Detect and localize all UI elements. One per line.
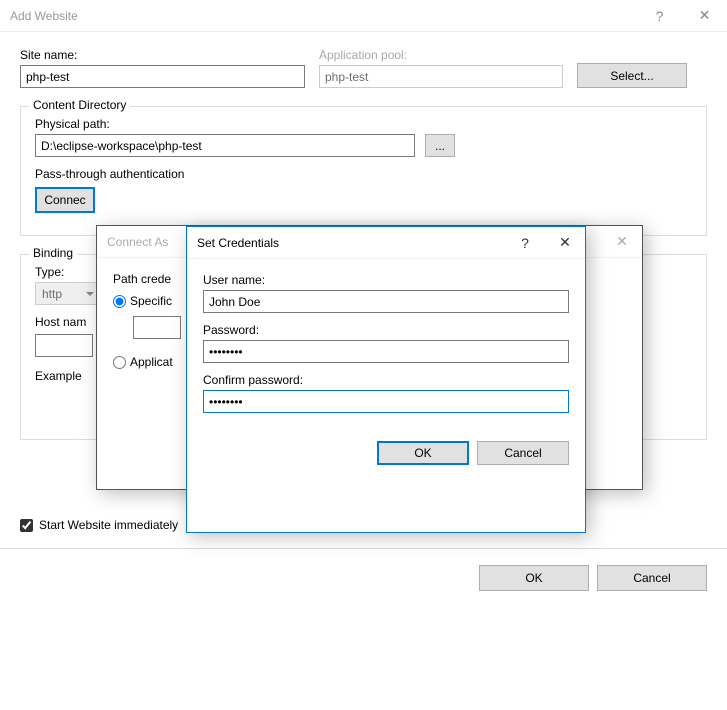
set-credentials-title: Set Credentials [197, 236, 279, 250]
username-label: User name: [203, 273, 569, 287]
confirm-password-input[interactable] [203, 390, 569, 413]
physical-path-label: Physical path: [35, 117, 692, 131]
app-user-label: Applicat [130, 355, 173, 369]
content-directory-title: Content Directory [29, 98, 130, 112]
username-input[interactable] [203, 290, 569, 313]
specific-user-input[interactable] [133, 316, 181, 339]
start-immediately-label: Start Website immediately [39, 518, 178, 532]
binding-title: Binding [29, 246, 77, 260]
host-name-input[interactable] [35, 334, 93, 357]
credentials-ok-button[interactable]: OK [377, 441, 469, 465]
specific-user-radio[interactable] [113, 295, 126, 308]
app-user-radio[interactable] [113, 356, 126, 369]
site-name-input[interactable] [20, 65, 305, 88]
confirm-password-label: Confirm password: [203, 373, 569, 387]
window-title: Add Website [10, 9, 78, 23]
start-immediately-checkbox[interactable] [20, 519, 33, 532]
main-cancel-button[interactable]: Cancel [597, 565, 707, 591]
window-titlebar: Add Website ? ✕ [0, 0, 727, 32]
set-credentials-dialog: Set Credentials ? ✕ User name: Password:… [186, 226, 586, 533]
specific-user-label: Specific [130, 294, 172, 308]
app-pool-label: Application pool: [319, 48, 563, 62]
app-pool-input [319, 65, 563, 88]
connect-as-title: Connect As [107, 235, 168, 249]
physical-path-input[interactable] [35, 134, 415, 157]
credentials-close-button[interactable]: ✕ [545, 227, 585, 259]
help-button[interactable]: ? [637, 0, 682, 32]
select-pool-button[interactable]: Select... [577, 63, 687, 88]
password-input[interactable] [203, 340, 569, 363]
site-name-label: Site name: [20, 48, 305, 62]
credentials-cancel-button[interactable]: Cancel [477, 441, 569, 465]
password-label: Password: [203, 323, 569, 337]
browse-path-button[interactable]: ... [425, 134, 455, 157]
connect-as-button[interactable]: Connec [35, 187, 95, 213]
close-button[interactable]: ✕ [682, 0, 727, 32]
binding-type-label: Type: [35, 265, 101, 279]
main-ok-button[interactable]: OK [479, 565, 589, 591]
credentials-help-button[interactable]: ? [505, 227, 545, 259]
connect-as-close-button[interactable]: ✕ [602, 226, 642, 258]
content-directory-group: Content Directory Physical path: ... Pas… [20, 106, 707, 236]
binding-type-select[interactable]: http [35, 282, 101, 305]
passthrough-label: Pass-through authentication [35, 167, 692, 181]
